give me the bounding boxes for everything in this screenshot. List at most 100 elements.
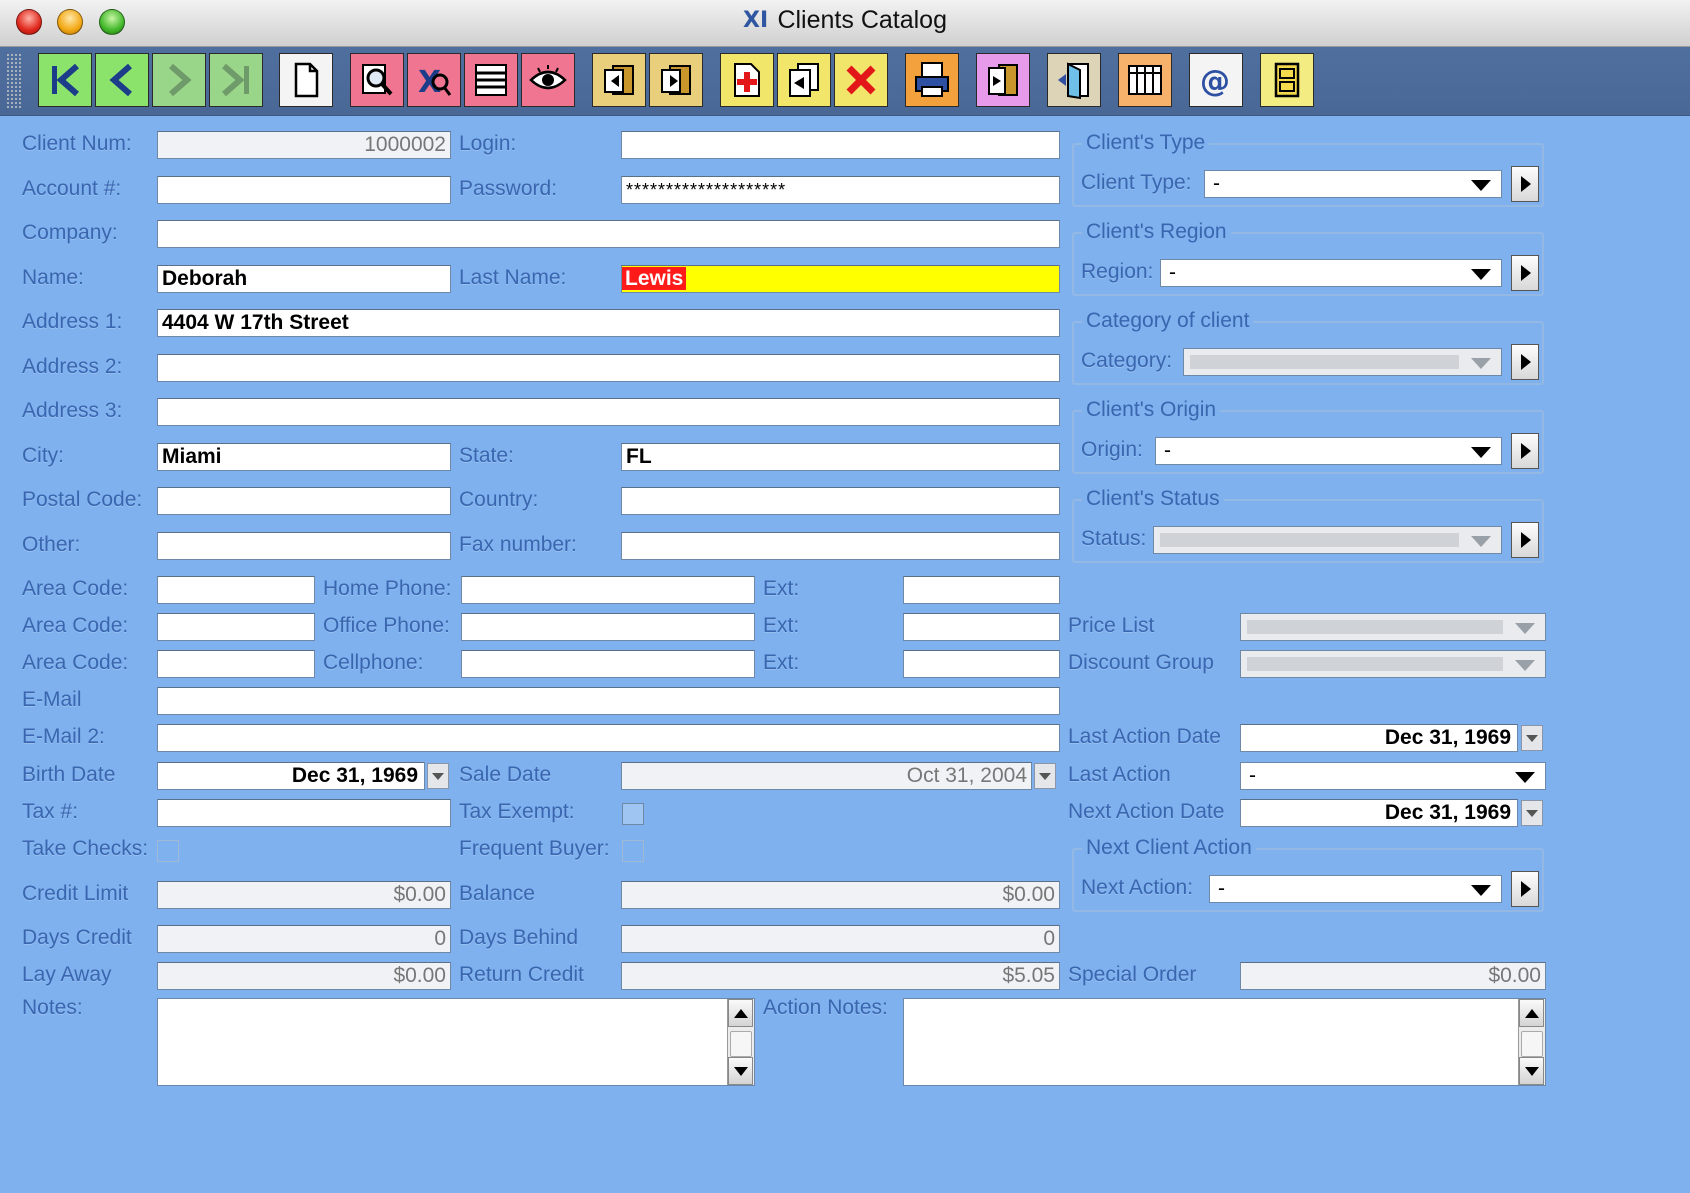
take-checks-checkbox[interactable] <box>157 840 179 862</box>
add-record-button[interactable] <box>720 53 774 107</box>
country-field[interactable] <box>621 487 1060 515</box>
home-phone-label: Home Phone: <box>323 577 452 600</box>
lay-away-field[interactable]: $0.00 <box>157 962 451 990</box>
email-field[interactable] <box>157 687 1060 715</box>
office-ext-field[interactable] <box>903 613 1060 641</box>
address2-label: Address 2: <box>22 355 123 378</box>
home-phone-field[interactable] <box>461 576 755 604</box>
city-field[interactable]: Miami <box>157 443 451 471</box>
home-ext-field[interactable] <box>903 576 1060 604</box>
client-num-field[interactable]: 1000002 <box>157 131 451 159</box>
next-action-select[interactable]: - <box>1209 875 1502 903</box>
address3-field[interactable] <box>157 398 1060 426</box>
postal-code-field[interactable] <box>157 487 451 515</box>
client-origin-group-title: Client's Origin <box>1082 398 1221 422</box>
special-order-field[interactable]: $0.00 <box>1240 962 1546 990</box>
previous-record-button[interactable] <box>95 53 149 107</box>
sale-date-dropdown-button[interactable] <box>1034 763 1056 789</box>
action-notes-scroll-up-button[interactable] <box>1519 999 1544 1027</box>
sale-date-label: Sale Date <box>459 763 552 786</box>
fax-field[interactable] <box>621 532 1060 560</box>
return-credit-field[interactable]: $5.05 <box>621 962 1060 990</box>
last-record-button[interactable] <box>209 53 263 107</box>
print-button[interactable] <box>905 53 959 107</box>
first-record-button[interactable] <box>38 53 92 107</box>
next-record-button[interactable] <box>152 53 206 107</box>
status-select[interactable] <box>1153 526 1502 554</box>
next-action-go-button[interactable] <box>1511 871 1539 907</box>
query-button[interactable]: X <box>407 53 461 107</box>
cellphone-field[interactable] <box>461 650 755 678</box>
price-list-select[interactable] <box>1240 613 1546 641</box>
grid-button[interactable] <box>1118 53 1172 107</box>
cell-ext-label: Ext: <box>763 651 800 674</box>
balance-field[interactable]: $0.00 <box>621 881 1060 909</box>
name-field[interactable]: Deborah <box>157 265 451 293</box>
exit-button[interactable] <box>1047 53 1101 107</box>
client-type-go-button[interactable] <box>1511 166 1539 202</box>
region-go-button[interactable] <box>1511 255 1539 291</box>
category-select[interactable] <box>1183 348 1502 376</box>
action-notes-scrollbar[interactable] <box>1518 999 1545 1085</box>
list-button[interactable] <box>464 53 518 107</box>
notes-scroll-thumb[interactable] <box>730 1031 752 1057</box>
credit-limit-field[interactable]: $0.00 <box>157 881 451 909</box>
last-action-select[interactable]: - <box>1240 762 1546 790</box>
action-notes-scroll-down-button[interactable] <box>1519 1057 1544 1085</box>
birth-date-dropdown-button[interactable] <box>427 763 449 789</box>
state-field[interactable]: FL <box>621 443 1060 471</box>
export-button[interactable] <box>649 53 703 107</box>
cell-area-code-field[interactable] <box>157 650 315 678</box>
duplicate-button[interactable] <box>777 53 831 107</box>
cell-ext-field[interactable] <box>903 650 1060 678</box>
svg-text:@: @ <box>1200 64 1230 99</box>
days-behind-field[interactable]: 0 <box>621 925 1060 953</box>
cabinet-button[interactable] <box>1260 53 1314 107</box>
office-phone-field[interactable] <box>461 613 755 641</box>
find-button[interactable] <box>350 53 404 107</box>
last-name-field[interactable]: Lewis <box>621 265 1060 293</box>
address1-field[interactable]: 4404 W 17th Street <box>157 309 1060 337</box>
notes-scroll-up-button[interactable] <box>728 999 753 1027</box>
origin-go-button[interactable] <box>1511 433 1539 469</box>
account-field[interactable] <box>157 176 451 204</box>
toolbar-grip[interactable] <box>6 53 22 109</box>
region-select[interactable]: - <box>1160 259 1502 287</box>
email2-field[interactable] <box>157 724 1060 752</box>
frequent-buyer-checkbox[interactable] <box>622 840 644 862</box>
other-label: Other: <box>22 533 81 556</box>
next-action-date-dropdown-button[interactable] <box>1521 800 1543 826</box>
action-notes-textarea[interactable] <box>903 998 1546 1086</box>
office-area-code-field[interactable] <box>157 613 315 641</box>
last-action-date-field[interactable]: Dec 31, 1969 <box>1240 724 1518 752</box>
action-notes-scroll-thumb[interactable] <box>1521 1031 1543 1057</box>
sale-date-field[interactable]: Oct 31, 2004 <box>621 762 1032 790</box>
password-field[interactable]: ******************** <box>621 176 1060 204</box>
notes-textarea[interactable] <box>157 998 755 1086</box>
company-field[interactable] <box>157 220 1060 248</box>
next-action-date-field[interactable]: Dec 31, 1969 <box>1240 799 1518 827</box>
notes-scrollbar[interactable] <box>727 999 754 1085</box>
login-field[interactable] <box>621 131 1060 159</box>
days-credit-field[interactable]: 0 <box>157 925 451 953</box>
tax-exempt-checkbox[interactable] <box>622 803 644 825</box>
notes-scroll-down-button[interactable] <box>728 1057 753 1085</box>
delete-button[interactable] <box>834 53 888 107</box>
birth-date-field[interactable]: Dec 31, 1969 <box>157 762 425 790</box>
report-button[interactable] <box>976 53 1030 107</box>
view-button[interactable] <box>521 53 575 107</box>
last-action-date-dropdown-button[interactable] <box>1521 725 1543 751</box>
client-type-select[interactable]: - <box>1204 170 1502 198</box>
category-go-button[interactable] <box>1511 344 1539 380</box>
other-field[interactable] <box>157 532 451 560</box>
new-document-button[interactable] <box>279 53 333 107</box>
discount-group-select[interactable] <box>1240 650 1546 678</box>
cabinet-icon <box>1274 62 1300 98</box>
email-button[interactable]: @ <box>1189 53 1243 107</box>
import-button[interactable] <box>592 53 646 107</box>
home-area-code-field[interactable] <box>157 576 315 604</box>
origin-select[interactable]: - <box>1155 437 1502 465</box>
address2-field[interactable] <box>157 354 1060 382</box>
status-go-button[interactable] <box>1511 522 1539 558</box>
tax-num-field[interactable] <box>157 799 451 827</box>
